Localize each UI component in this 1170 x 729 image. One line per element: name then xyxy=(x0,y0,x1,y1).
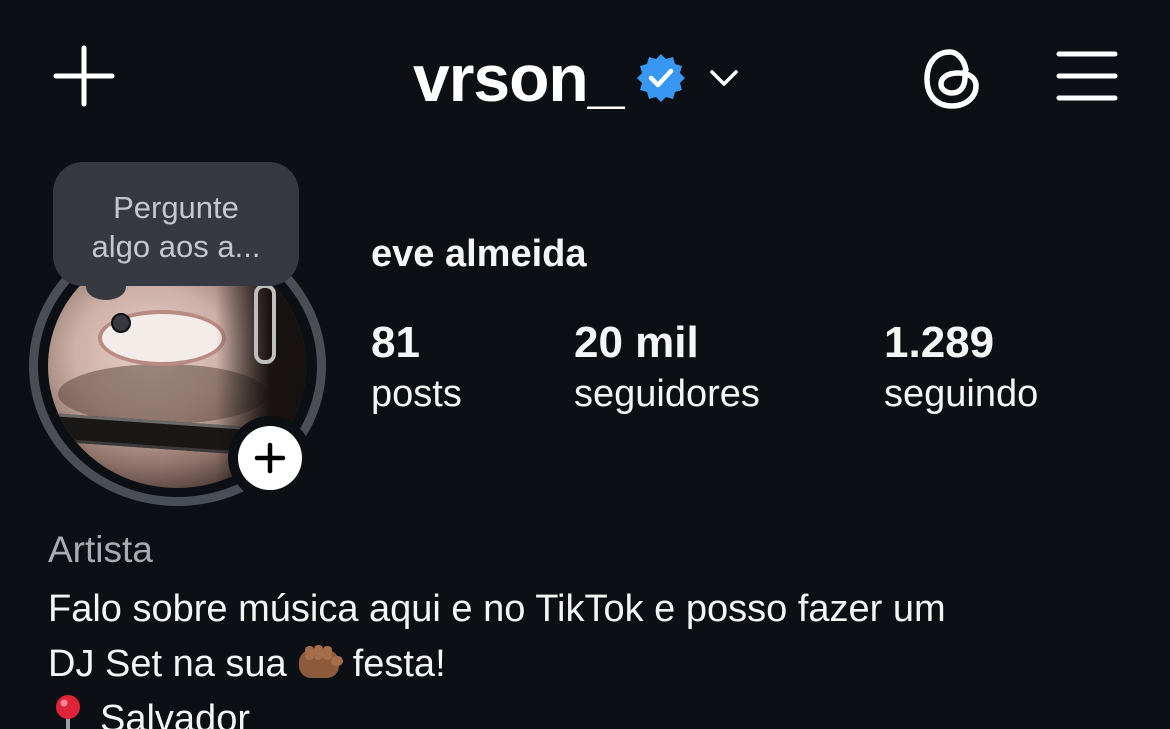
stat-value: 81 xyxy=(371,318,420,367)
hamburger-menu-icon xyxy=(1056,51,1118,101)
note-text-line-2: algo aos a... xyxy=(91,229,261,264)
bio-line-2-end: festa! xyxy=(352,643,446,685)
account-switcher[interactable]: vrson_ xyxy=(413,38,741,118)
bio-line-2-start: DJ Set na sua xyxy=(48,643,287,685)
note-tail-dot xyxy=(111,313,131,333)
bio-line-1: Falo sobre música aqui e no TikTok e pos… xyxy=(48,588,946,630)
plus-icon xyxy=(53,45,115,107)
stat-following[interactable]: 1.289 seguindo xyxy=(884,318,1038,420)
stat-posts[interactable]: 81 posts xyxy=(371,318,462,420)
stat-followers[interactable]: 20 mil seguidores xyxy=(574,318,760,420)
username: vrson_ xyxy=(413,41,624,115)
threads-button[interactable] xyxy=(920,46,986,112)
pin-icon xyxy=(56,695,80,729)
add-story-button[interactable] xyxy=(228,416,312,500)
note-text-line-1: Pergunte xyxy=(113,190,239,225)
note-bubble[interactable]: Pergunte algo aos a... xyxy=(53,162,299,286)
verified-badge-icon xyxy=(637,54,686,102)
plus-icon xyxy=(254,442,286,474)
location-text: Salvador xyxy=(100,698,250,729)
threads-icon xyxy=(924,49,979,109)
stat-label: seguindo xyxy=(884,373,1039,415)
profile-header: vrson_ xyxy=(0,0,1170,150)
profile-category: Artista xyxy=(48,529,153,570)
profile-screen: vrson_ Pergunte algo aos a... eve almeid… xyxy=(0,0,1170,729)
stat-label: seguidores xyxy=(574,373,760,415)
bio-location: Salvador xyxy=(48,692,1128,729)
menu-button[interactable] xyxy=(1056,50,1118,102)
stat-label: posts xyxy=(371,373,462,415)
full-name: eve almeida xyxy=(371,233,587,275)
bio: Falo sobre música aqui e no TikTok e pos… xyxy=(48,582,1128,729)
chevron-down-icon xyxy=(710,70,739,86)
stat-value: 20 mil xyxy=(574,318,699,367)
note-tail xyxy=(86,274,126,300)
stat-value: 1.289 xyxy=(884,318,995,367)
bio-line-2: DJ Set na sua festa! xyxy=(48,637,1128,692)
new-post-button[interactable] xyxy=(52,44,116,108)
fist-emoji-icon xyxy=(298,645,343,678)
